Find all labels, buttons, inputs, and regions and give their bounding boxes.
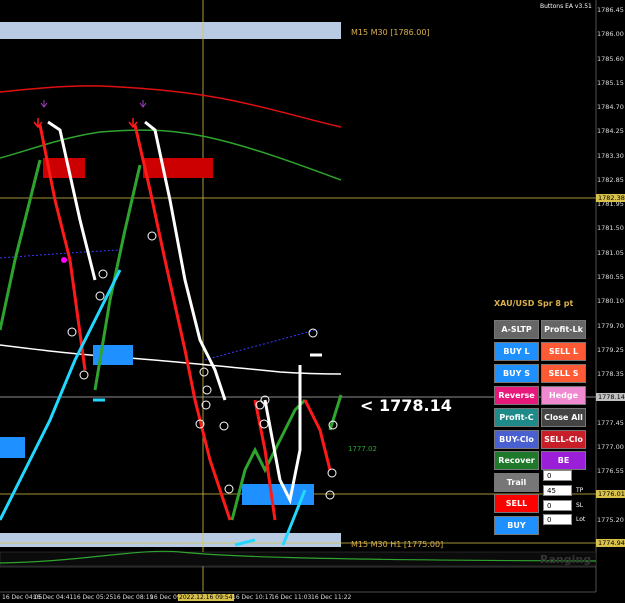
time-axis-label: 16 Dec 09	[150, 594, 181, 601]
recover-button[interactable]: Recover	[494, 451, 539, 470]
ea-field-lot[interactable]: 0	[543, 514, 572, 525]
ea-field-sl[interactable]: 0	[543, 500, 572, 511]
sell-l-button[interactable]: SELL L	[541, 342, 586, 361]
ea-title: Buttons EA v3.51	[540, 3, 592, 10]
symbol-info: XAU/USD Spr 8 pt	[494, 299, 574, 308]
price-axis-label: 1781.05	[597, 248, 624, 257]
price-axis-label: 1776.55	[597, 467, 624, 476]
ea-field-label: Lot	[576, 516, 586, 523]
price-axis-label: 1778.35	[597, 370, 624, 379]
ea-field-tp[interactable]: 45	[543, 485, 572, 496]
sell-clo-button[interactable]: SELL-Clo	[541, 430, 586, 449]
time-axis-label: 16 Dec 10:17	[232, 594, 273, 601]
trail-button[interactable]: Trail	[494, 473, 539, 492]
price-axis-label: 1786.00	[597, 30, 624, 39]
resistance-zone	[0, 22, 341, 39]
price-axis-label: 1779.25	[597, 345, 624, 354]
market-state-label: Ranging	[540, 553, 592, 566]
price-axis-label: 1780.10	[597, 297, 624, 306]
a-sltp-button[interactable]: A-SLTP	[494, 320, 539, 339]
price-axis-label: 1780.55	[597, 273, 624, 281]
hedge-button[interactable]: Hedge	[541, 386, 586, 405]
close-all-button[interactable]: Close All	[541, 408, 586, 427]
price-axis-label: 1783.30	[597, 151, 624, 160]
sell-button[interactable]: SELL	[494, 494, 539, 513]
price-tag: 1776.01	[596, 490, 625, 498]
ea-field-label: SL	[576, 502, 584, 509]
buy-l-button[interactable]: BUY L	[494, 342, 539, 361]
price-tag: 1774.94	[596, 539, 625, 547]
price-axis-label: 1786.45	[597, 6, 624, 14]
be-button[interactable]: BE	[541, 451, 586, 470]
buy-s-button[interactable]: BUY S	[494, 364, 539, 383]
price-axis-label: 1784.25	[597, 127, 624, 136]
time-axis-label: 16 Dec 05:25	[73, 594, 114, 601]
profit-c-button[interactable]: Profit-C	[494, 408, 539, 427]
ma-value-label: 1777.02	[348, 445, 377, 453]
demand-zone-2	[0, 437, 25, 458]
time-axis-label: 16 Dec 08:19	[113, 594, 154, 601]
time-axis-label: 2022.12.16 09:54	[178, 594, 234, 601]
buy-button[interactable]: BUY	[494, 516, 539, 535]
supply-zone-2	[143, 158, 213, 178]
current-price-label: < 1778.14	[360, 396, 452, 415]
price-axis-label: 1777.45	[597, 418, 624, 427]
profit-lk-button[interactable]: Profit-Lk	[541, 320, 586, 339]
ea-field-label: TP	[576, 487, 584, 494]
time-axis-label: 16 Dec 11:22	[311, 594, 352, 601]
top-zone-label: M15 M30 [1786.00]	[351, 28, 430, 37]
price-tag: 1778.14	[596, 393, 625, 401]
price-axis-label: 1775.20	[597, 515, 624, 524]
price-axis-label: 1785.15	[597, 78, 624, 87]
bottom-zone-label: M15 M30 H1 [1775.00]	[351, 540, 444, 549]
price-axis-label: 1777.00	[597, 442, 624, 451]
price-axis-label: 1779.70	[597, 321, 624, 330]
time-axis-label: 16 Dec 04:41	[33, 594, 74, 601]
signal-dot	[61, 257, 67, 263]
price-axis-label: 1784.70	[597, 103, 624, 112]
indicator-strip	[0, 551, 597, 567]
support-zone	[0, 533, 341, 547]
buy-clo-button[interactable]: BUY-Clo	[494, 430, 539, 449]
price-tag: 1782.38	[596, 194, 625, 202]
price-axis-label: 1785.60	[597, 54, 624, 63]
ea-field-value[interactable]: 0	[543, 470, 572, 481]
price-axis-label: 1781.50	[597, 224, 624, 233]
reverse-button[interactable]: Reverse	[494, 386, 539, 405]
time-axis-label: 16 Dec 11:03	[271, 594, 312, 601]
sell-s-button[interactable]: SELL S	[541, 364, 586, 383]
price-axis-label: 1782.85	[597, 175, 624, 184]
